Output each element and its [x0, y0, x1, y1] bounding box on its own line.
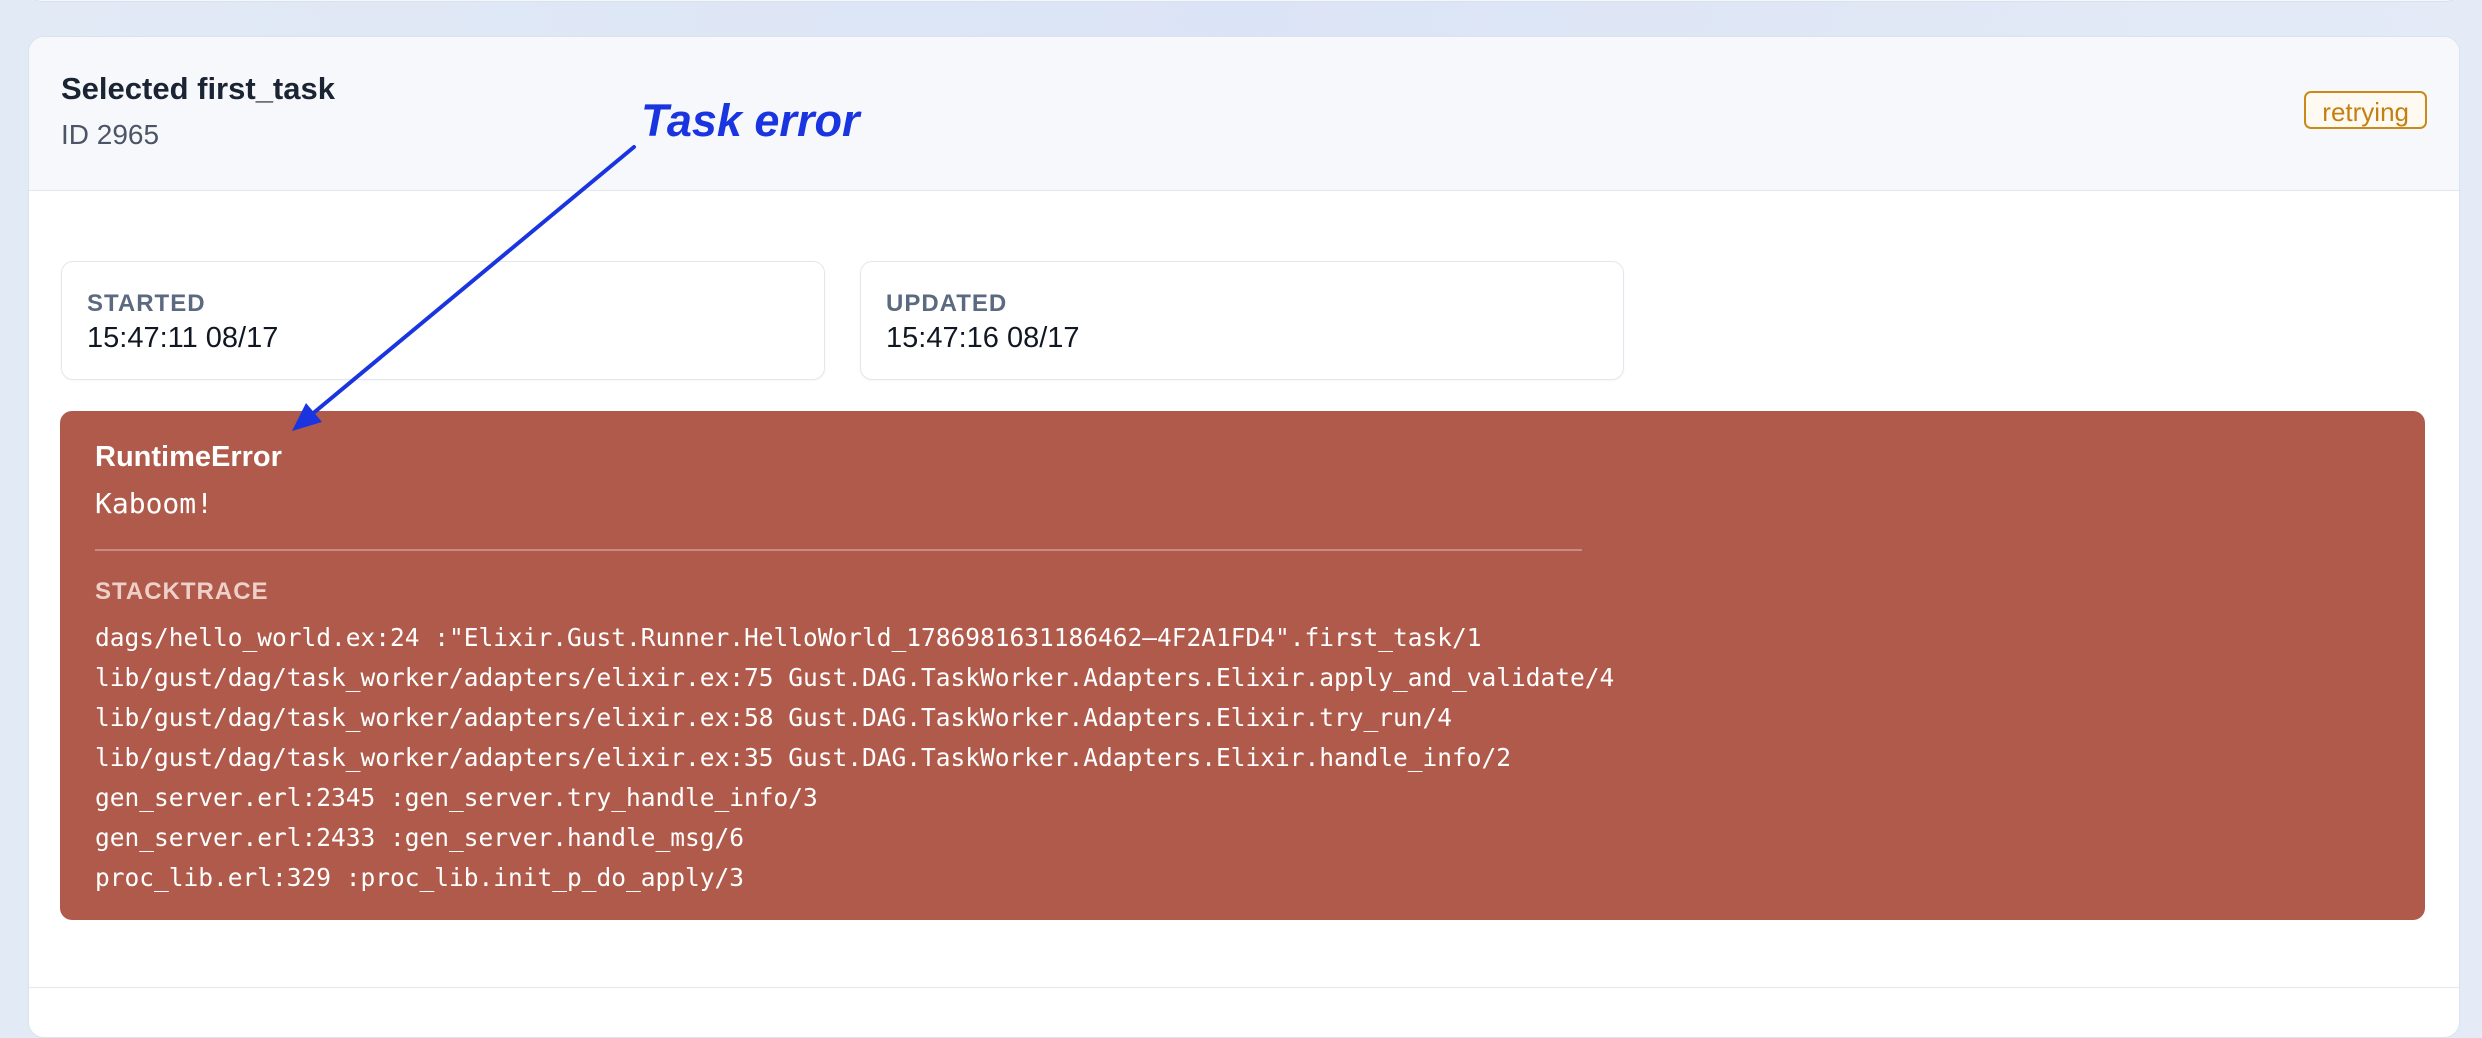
started-label: STARTED — [87, 290, 206, 317]
started-value: 15:47:11 08/17 — [87, 322, 279, 354]
stacktrace-line: proc_lib.erl:329 :proc_lib.init_p_do_app… — [95, 863, 745, 892]
stacktrace-line: gen_server.erl:2433 :gen_server.handle_m… — [95, 823, 745, 852]
status-badge: retrying — [2304, 91, 2427, 129]
started-card: STARTED 15:47:11 08/17 — [61, 261, 825, 380]
updated-label: UPDATED — [886, 290, 1008, 317]
stacktrace-label: STACKTRACE — [95, 578, 269, 605]
stacktrace-line: lib/gust/dag/task_worker/adapters/elixir… — [95, 743, 1512, 772]
updated-value: 15:47:16 08/17 — [886, 322, 1080, 354]
panel-divider — [29, 987, 2459, 988]
error-message: Kaboom! — [95, 487, 214, 520]
stacktrace-list: dags/hello_world.ex:24 :"Elixir.Gust.Run… — [95, 618, 1614, 898]
annotation-label: Task error — [641, 95, 860, 146]
task-header: Selected first_task ID 2965 retrying — [29, 37, 2459, 191]
error-panel: RuntimeError Kaboom! STACKTRACE dags/hel… — [60, 411, 2425, 920]
previous-card — [28, 0, 2460, 2]
stacktrace-line: dags/hello_world.ex:24 :"Elixir.Gust.Run… — [95, 623, 1482, 652]
task-title: Selected first_task — [61, 71, 335, 106]
stacktrace-line: gen_server.erl:2345 :gen_server.try_hand… — [95, 783, 818, 812]
stacktrace-line: lib/gust/dag/task_worker/adapters/elixir… — [95, 663, 1615, 692]
error-type: RuntimeError — [95, 441, 282, 473]
updated-card: UPDATED 15:47:16 08/17 — [860, 261, 1624, 380]
stacktrace-line: lib/gust/dag/task_worker/adapters/elixir… — [95, 703, 1453, 732]
task-id: ID 2965 — [61, 119, 160, 150]
error-divider — [95, 549, 1582, 551]
